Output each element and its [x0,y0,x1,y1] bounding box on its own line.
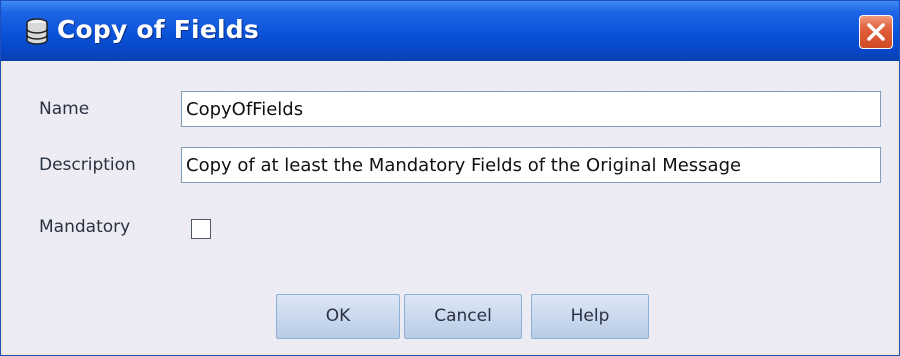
close-button[interactable] [859,15,893,49]
copy-of-fields-dialog: Copy of Fields Name Description Mandator… [0,0,900,356]
cancel-button[interactable]: Cancel [404,294,522,339]
database-icon [23,17,51,47]
dialog-body: Name Description Mandatory OK Cancel Hel… [3,61,897,353]
description-field[interactable] [181,147,881,183]
mandatory-label: Mandatory [39,217,131,237]
window-title: Copy of Fields [57,15,259,44]
name-field[interactable] [181,91,881,127]
description-label: Description [39,155,136,175]
name-label: Name [39,99,90,119]
title-bar[interactable]: Copy of Fields [1,1,899,61]
mandatory-checkbox[interactable] [191,219,211,239]
help-button[interactable]: Help [531,294,649,339]
close-icon [867,23,885,41]
ok-button[interactable]: OK [276,294,400,339]
